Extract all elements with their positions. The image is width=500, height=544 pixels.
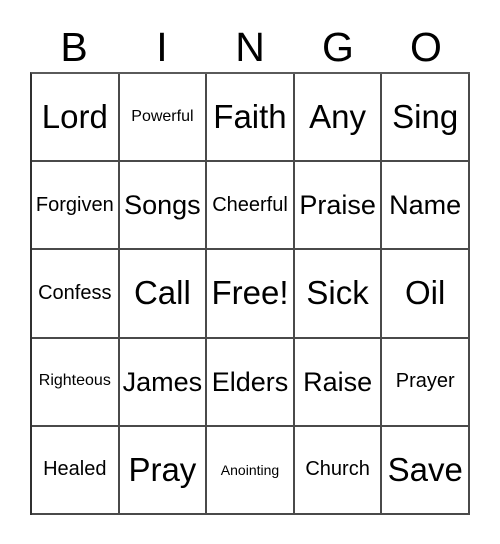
bingo-cell[interactable]: Save: [382, 426, 470, 515]
bingo-header-letter-g: G: [322, 23, 354, 70]
bingo-cell-label: Righteous: [38, 372, 111, 390]
bingo-cell-label: Prayer: [395, 370, 455, 393]
bingo-cell[interactable]: Sick: [294, 250, 383, 339]
bingo-cell[interactable]: Songs: [119, 162, 208, 251]
bingo-header-row: B I N G O: [30, 22, 470, 72]
bingo-cell[interactable]: James: [119, 338, 208, 427]
bingo-cell[interactable]: Oil: [382, 250, 470, 339]
bingo-cell-label: Cheerful: [212, 193, 288, 216]
bingo-cell-label: Call: [133, 274, 191, 312]
bingo-grid: Lord Powerful Faith Any Sing Forgiven So…: [30, 72, 470, 515]
bingo-cell[interactable]: Confess: [32, 250, 120, 339]
bingo-cell-label: Confess: [38, 281, 112, 304]
bingo-cell[interactable]: Healed: [32, 426, 120, 515]
bingo-cell-label: Sick: [306, 274, 369, 312]
bingo-cell-free-space[interactable]: Free!: [207, 250, 295, 339]
bingo-cell[interactable]: Forgiven: [32, 162, 120, 251]
bingo-header-letter-i: I: [156, 23, 168, 70]
bingo-cell[interactable]: Powerful: [119, 74, 208, 163]
bingo-cell[interactable]: Church: [294, 426, 383, 515]
bingo-cell[interactable]: Prayer: [382, 338, 470, 427]
bingo-cell-label: Church: [305, 458, 370, 481]
bingo-cell-label: Pray: [128, 450, 197, 488]
bingo-card: B I N G O Lord Powerful Faith Any Sing F…: [0, 0, 500, 544]
bingo-cell[interactable]: Sing: [382, 74, 470, 163]
bingo-cell-label: Faith: [213, 97, 287, 135]
bingo-cell-label: Healed: [43, 458, 107, 481]
bingo-cell[interactable]: Any: [294, 74, 383, 163]
bingo-cell[interactable]: Call: [119, 250, 208, 339]
bingo-header-letter-b: B: [60, 23, 88, 70]
bingo-cell-label: Name: [389, 190, 462, 221]
bingo-cell-label: Free!: [211, 274, 289, 312]
bingo-cell-label: Powerful: [131, 107, 194, 125]
bingo-cell-label: Songs: [124, 190, 201, 221]
bingo-cell[interactable]: Praise: [294, 162, 383, 251]
bingo-cell[interactable]: Anointing: [207, 426, 295, 515]
bingo-cell-label: James: [122, 366, 203, 397]
bingo-cell[interactable]: Lord: [32, 74, 120, 163]
bingo-cell[interactable]: Name: [382, 162, 470, 251]
bingo-cell-label: Forgiven: [35, 193, 114, 216]
bingo-cell-label: Lord: [41, 97, 108, 135]
bingo-header-letter-n: N: [235, 23, 265, 70]
bingo-cell-label: Anointing: [220, 461, 280, 478]
bingo-cell[interactable]: Pray: [119, 426, 208, 515]
bingo-cell-label: Raise: [303, 366, 373, 397]
bingo-cell[interactable]: Raise: [294, 338, 383, 427]
bingo-cell-label: Oil: [405, 274, 446, 312]
bingo-cell[interactable]: Elders: [207, 338, 295, 427]
bingo-cell-label: Any: [309, 97, 367, 135]
bingo-cell-label: Save: [387, 450, 463, 488]
bingo-cell-label: Praise: [299, 190, 376, 221]
bingo-cell[interactable]: Faith: [207, 74, 295, 163]
bingo-cell[interactable]: Cheerful: [207, 162, 295, 251]
bingo-header-letter-o: O: [410, 23, 442, 70]
bingo-cell-label: Sing: [392, 97, 459, 135]
bingo-cell-label: Elders: [211, 366, 289, 397]
bingo-cell[interactable]: Righteous: [32, 338, 120, 427]
